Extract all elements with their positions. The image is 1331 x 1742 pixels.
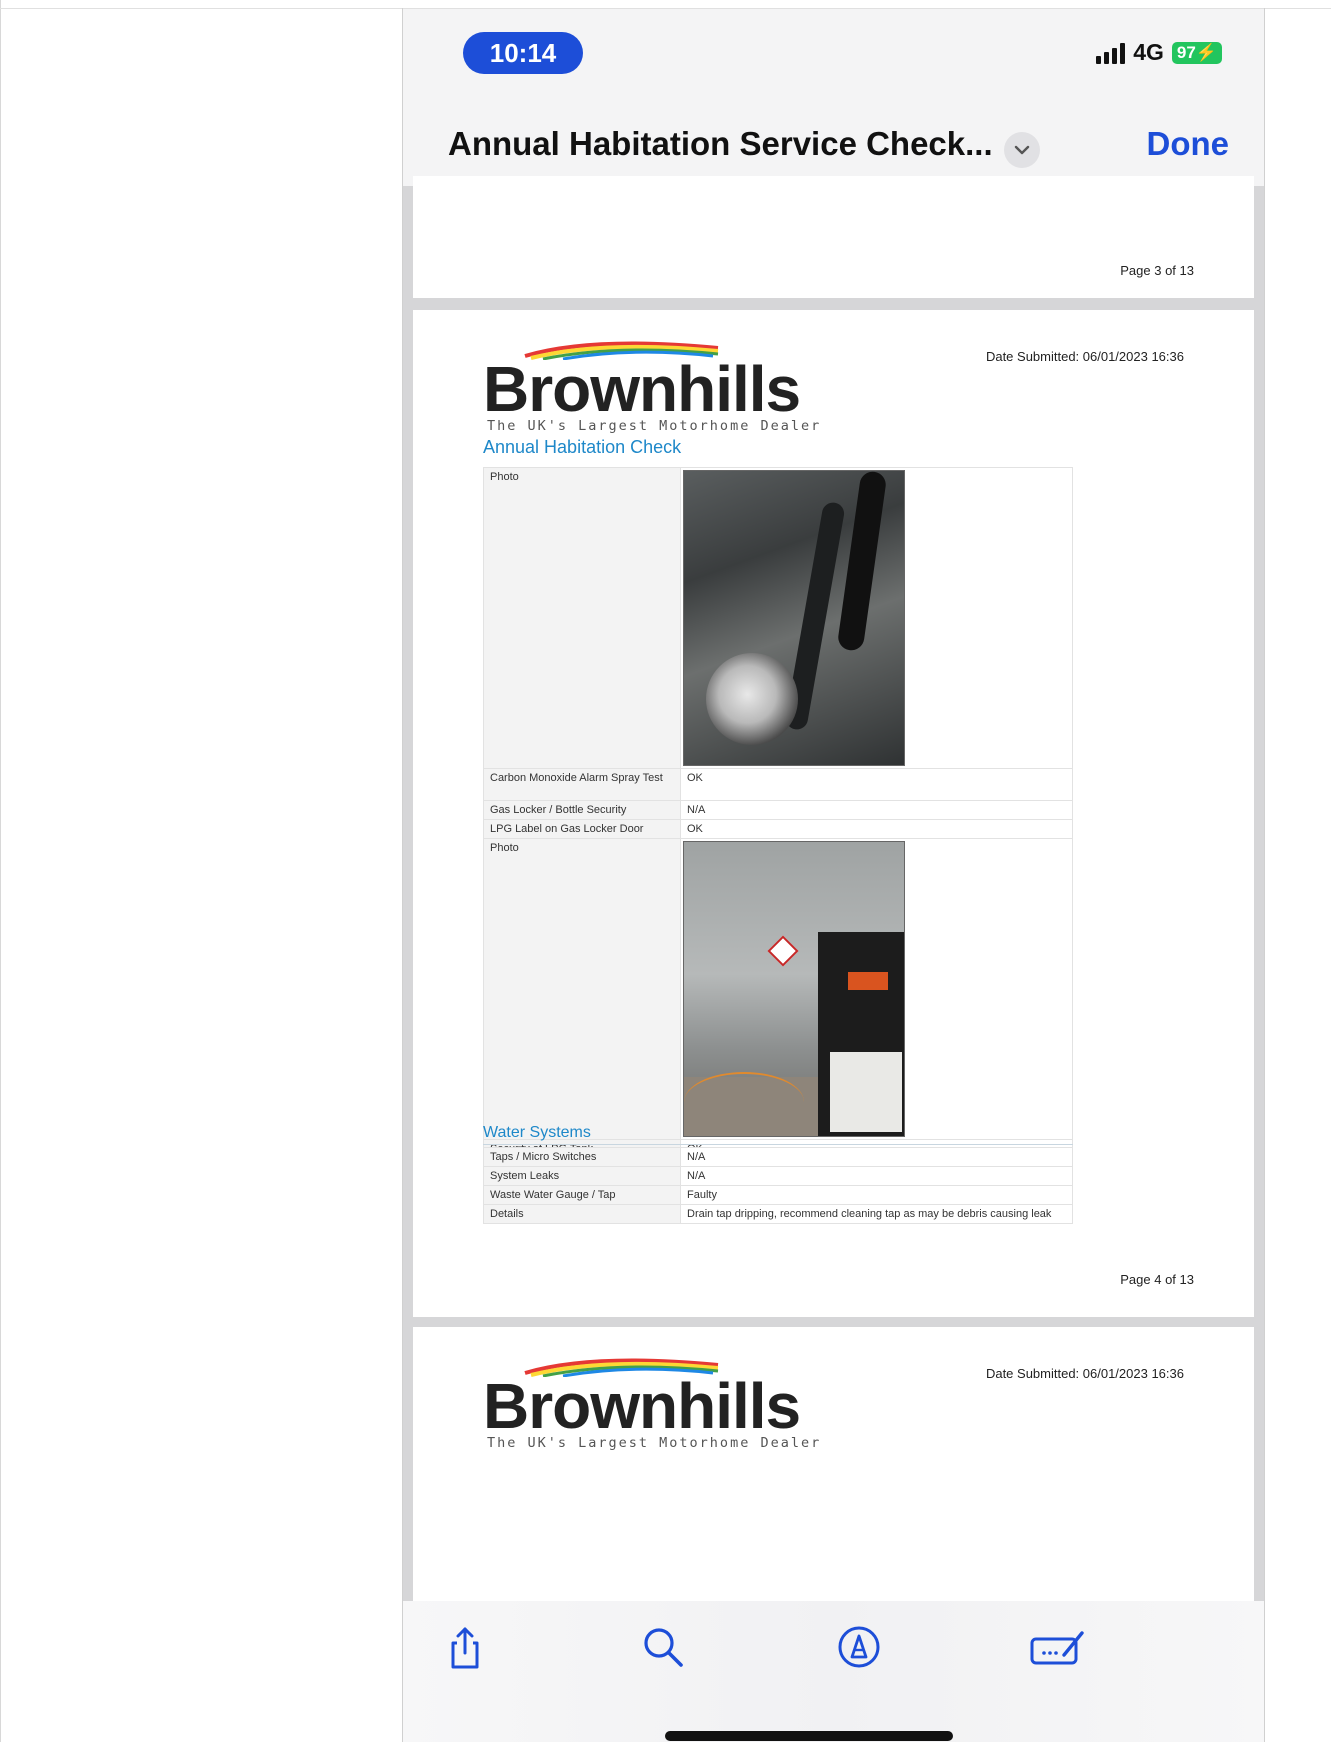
photo-cable [684, 1072, 804, 1132]
status-time: 10:14 [463, 32, 583, 74]
signal-icon [1096, 42, 1126, 64]
row-label: Carbon Monoxide Alarm Spray Test [483, 768, 681, 801]
markup-icon [838, 1626, 880, 1668]
signature-button[interactable] [1028, 1623, 1088, 1671]
brownhills-logo: Brownhills The UK's Largest Motorhome De… [483, 1355, 819, 1451]
photo-locker-lid [830, 1052, 902, 1132]
water-systems-table: Taps / Micro Switches N/A System Leaks N… [483, 1147, 1073, 1224]
section-title: Annual Habitation Check [483, 437, 682, 457]
signature-icon [1030, 1631, 1084, 1665]
section-divider [483, 1144, 1073, 1145]
document-page-5: Brownhills The UK's Largest Motorhome De… [413, 1327, 1254, 1617]
table-row: LPG Label on Gas Locker Door OK [483, 819, 1073, 839]
row-value [680, 838, 1073, 1140]
document-title[interactable]: Annual Habitation Service Check... [448, 125, 993, 163]
date-submitted: Date Submitted: 06/01/2023 16:36 [985, 349, 1184, 364]
document-page-4: Brownhills The UK's Largest Motorhome De… [413, 310, 1254, 1317]
row-label: Gas Locker / Bottle Security [483, 800, 681, 820]
date-submitted: Date Submitted: 06/01/2023 16:36 [985, 1366, 1184, 1381]
bottom-toolbar [403, 1601, 1264, 1742]
logo-wordmark: Brownhills [483, 353, 801, 425]
water-systems-title: Water Systems [483, 1124, 591, 1141]
row-value: OK [680, 768, 1073, 801]
photo-lpg-label [767, 935, 799, 967]
table-row: Carbon Monoxide Alarm Spray Test OK [483, 768, 1073, 801]
network-type: 4G [1133, 39, 1164, 65]
table-row: Photo [483, 467, 1073, 769]
title-menu-button[interactable] [1004, 132, 1040, 168]
table-row: Taps / Micro Switches N/A [483, 1147, 1073, 1167]
battery-level: 97 [1176, 42, 1196, 62]
row-label: Waste Water Gauge / Tap [483, 1185, 681, 1205]
status-indicators: 4G 97⚡ [1096, 39, 1222, 66]
document-viewer[interactable]: Page 3 of 13 Brownhills The UK's Largest… [403, 176, 1264, 1617]
battery-icon: 97⚡ [1171, 41, 1222, 64]
row-label: LPG Label on Gas Locker Door [483, 819, 681, 839]
table-row: Waste Water Gauge / Tap Faulty [483, 1185, 1073, 1205]
row-value: Faulty [680, 1185, 1073, 1205]
row-label: Photo [483, 838, 681, 1140]
row-value: OK [680, 819, 1073, 839]
photo-locker-strap [848, 972, 888, 990]
row-label: System Leaks [483, 1166, 681, 1186]
phone-screen: 10:14 4G 97⚡ Annual Habitation Service C… [403, 9, 1264, 1742]
table-row: Photo [483, 838, 1073, 1140]
search-button[interactable] [639, 1623, 687, 1671]
row-value: N/A [680, 1166, 1073, 1186]
logo-wordmark: Brownhills [483, 1370, 801, 1442]
brownhills-logo: Brownhills The UK's Largest Motorhome De… [483, 338, 819, 434]
row-label: Photo [483, 467, 681, 769]
row-label: Taps / Micro Switches [483, 1147, 681, 1167]
search-icon [644, 1628, 683, 1667]
document-page-3: Page 3 of 13 [413, 176, 1254, 298]
home-indicator[interactable] [665, 1731, 953, 1741]
row-value [680, 467, 1073, 769]
logo-tagline: The UK's Largest Motorhome Dealer [487, 418, 822, 434]
photo-hose [836, 471, 888, 652]
table-row: Details Drain tap dripping, recommend cl… [483, 1204, 1073, 1224]
left-border [0, 0, 1, 1742]
share-icon [451, 1627, 479, 1669]
chevron-down-icon [1014, 145, 1030, 155]
logo-tagline: The UK's Largest Motorhome Dealer [487, 1435, 822, 1451]
habitation-check-table: Photo Carbon Monoxide Alarm Spray Test O… [483, 467, 1073, 1159]
gas-regulator-photo[interactable] [683, 470, 905, 766]
table-row: Gas Locker / Bottle Security N/A [483, 800, 1073, 820]
table-row: System Leaks N/A [483, 1166, 1073, 1186]
page-number: Page 3 of 13 [1120, 263, 1194, 278]
done-button[interactable]: Done [1147, 125, 1230, 163]
photo-regulator [706, 653, 798, 745]
row-label: Details [483, 1204, 681, 1224]
row-value: N/A [680, 800, 1073, 820]
markup-button[interactable] [835, 1623, 883, 1671]
page-number: Page 4 of 13 [1120, 1272, 1194, 1287]
row-value: N/A [680, 1147, 1073, 1167]
screenshot-canvas: 10:14 4G 97⚡ Annual Habitation Service C… [0, 0, 1331, 1742]
photo-locker [818, 932, 904, 1136]
share-button[interactable] [441, 1623, 489, 1671]
lpg-locker-photo[interactable] [683, 841, 905, 1137]
phone-right-edge [1264, 8, 1265, 1742]
row-value: Drain tap dripping, recommend cleaning t… [680, 1204, 1073, 1224]
